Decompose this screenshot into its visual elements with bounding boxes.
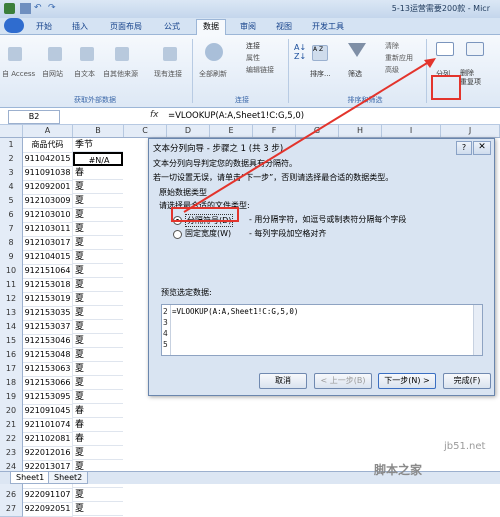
- row-header[interactable]: 27: [0, 502, 23, 517]
- arrow-line: [183, 59, 433, 213]
- cell-a[interactable]: 922092051: [23, 502, 73, 517]
- row-header[interactable]: 26: [0, 488, 23, 503]
- watermark-text: 脚本之家: [374, 463, 423, 477]
- watermark-site: jb51.net: [444, 441, 486, 452]
- annotation-arrow: [183, 58, 436, 213]
- cell-b[interactable]: 夏: [73, 488, 123, 502]
- cell-b[interactable]: 夏: [73, 502, 123, 516]
- cell-a[interactable]: 922091107: [23, 488, 73, 503]
